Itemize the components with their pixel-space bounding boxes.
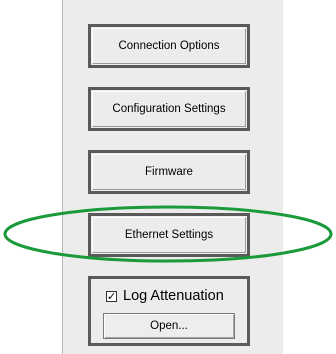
configuration-settings-button[interactable]: Configuration Settings xyxy=(88,87,250,131)
firmware-button[interactable]: Firmware xyxy=(88,150,250,194)
log-attenuation-checkbox[interactable]: ✓ xyxy=(106,290,117,302)
connection-options-button[interactable]: Connection Options xyxy=(88,24,250,68)
open-log-button[interactable]: Open... xyxy=(103,313,235,339)
configuration-settings-label: Configuration Settings xyxy=(112,103,226,115)
log-attenuation-checkbox-row[interactable]: ✓ Log Attenuation xyxy=(106,287,224,305)
log-attenuation-group: ✓ Log Attenuation Open... xyxy=(88,276,250,346)
firmware-label: Firmware xyxy=(145,166,193,178)
settings-panel-screen: Connection Options Configuration Setting… xyxy=(0,0,336,354)
connection-options-label: Connection Options xyxy=(118,40,220,52)
log-attenuation-label[interactable]: Log Attenuation xyxy=(123,288,224,304)
ethernet-settings-button[interactable]: Ethernet Settings xyxy=(88,213,250,257)
ethernet-settings-label: Ethernet Settings xyxy=(124,229,214,241)
